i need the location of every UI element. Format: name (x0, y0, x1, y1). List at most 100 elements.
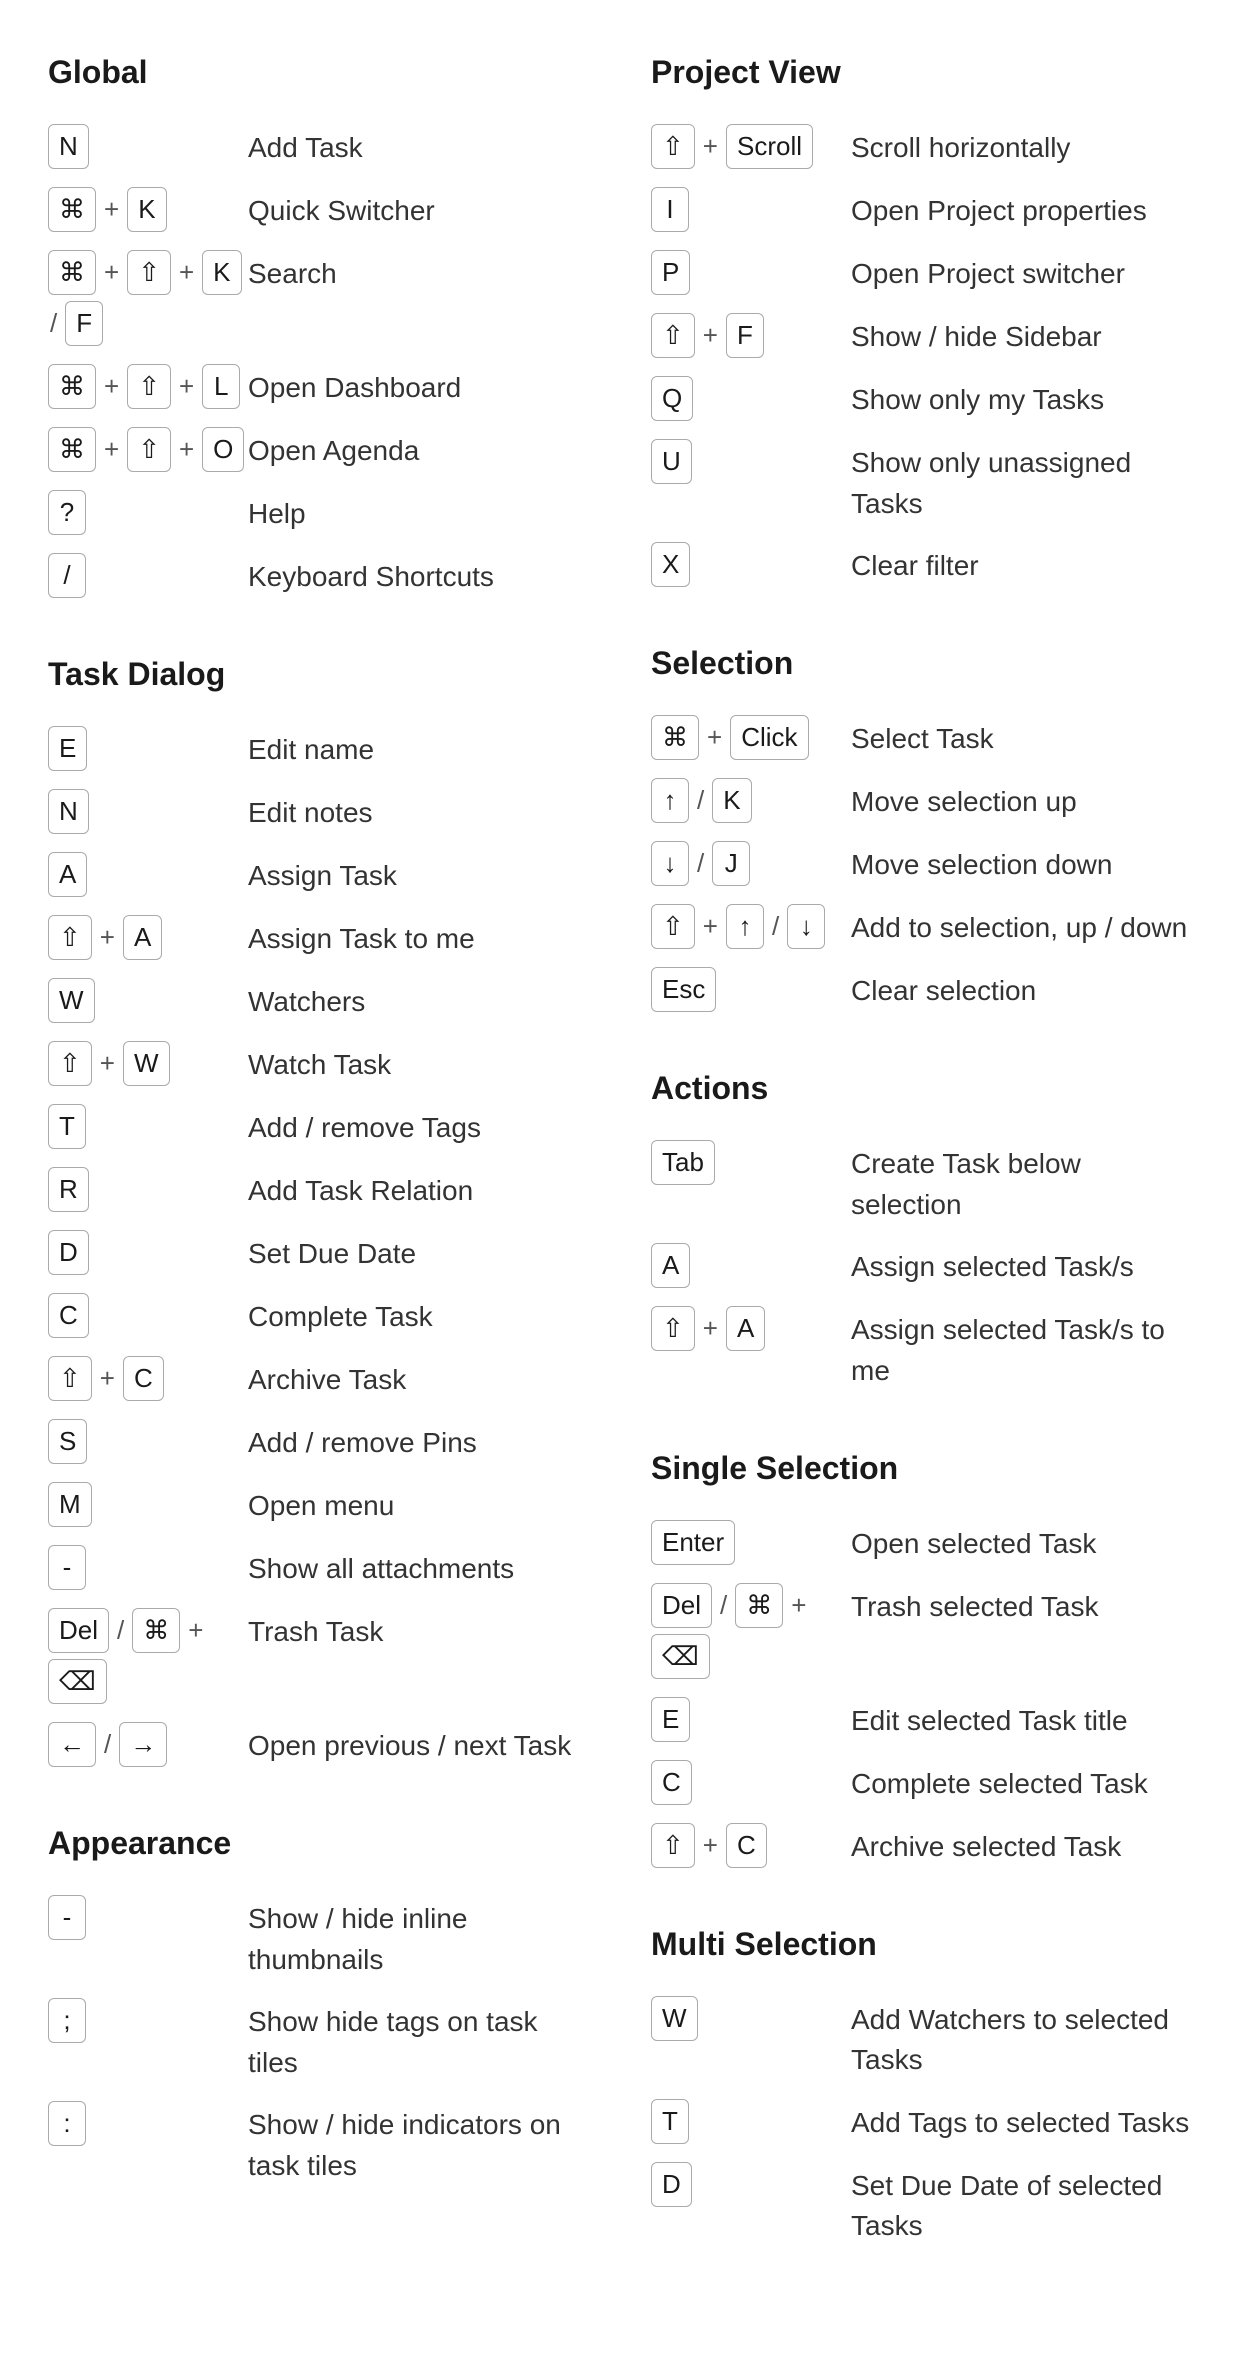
key-sep: + (102, 253, 121, 292)
desc: Show only unassigned Tasks (851, 439, 1194, 524)
desc: Complete Task (248, 1293, 591, 1338)
key-i: I (651, 187, 689, 232)
desc: Create Task below selection (851, 1140, 1194, 1225)
shortcut-row: Enter Open selected Task (651, 1520, 1194, 1565)
desc: Archive Task (248, 1356, 591, 1401)
single-selection-section: Single Selection Enter Open selected Tas… (651, 1444, 1194, 1868)
desc: Move selection down (851, 841, 1194, 886)
key-sep: + (701, 127, 720, 166)
shortcut-row: Del / ⌘ + ⌫ Trash Task (48, 1608, 591, 1704)
keys-col: ; (48, 1998, 248, 2043)
keys-col: D (48, 1230, 248, 1275)
global-section: Global N Add Task ⌘ + K Quick Switcher ⌘ (48, 48, 591, 598)
key-esc: Esc (651, 967, 716, 1012)
keys-col: C (48, 1293, 248, 1338)
keys-col: W (48, 978, 248, 1023)
desc: Search (248, 250, 591, 295)
shortcut-row: Tab Create Task below selection (651, 1140, 1194, 1225)
desc: Watch Task (248, 1041, 591, 1086)
desc: Add Task Relation (248, 1167, 591, 1212)
shortcut-row: P Open Project switcher (651, 250, 1194, 295)
key-tab: Tab (651, 1140, 715, 1185)
key-t: T (651, 2099, 689, 2144)
key-backspace: ⌫ (651, 1634, 710, 1679)
key-m: M (48, 1482, 92, 1527)
key-click: Click (730, 715, 808, 760)
keys-col: W (651, 1996, 851, 2041)
shortcut-row: C Complete selected Task (651, 1760, 1194, 1805)
shortcut-row: Esc Clear selection (651, 967, 1194, 1012)
keys-col: ⌘ + K (48, 187, 248, 232)
shortcut-row: ⇧ + F Show / hide Sidebar (651, 313, 1194, 358)
shortcut-row: ⌘ + Click Select Task (651, 715, 1194, 760)
keys-col: X (651, 542, 851, 587)
keys-col: A (48, 852, 248, 897)
key-up: ↑ (651, 778, 689, 823)
key-cmd: ⌘ (651, 715, 699, 760)
key-minus: - (48, 1895, 86, 1940)
desc: Add / remove Pins (248, 1419, 591, 1464)
key-cmd: ⌘ (48, 427, 96, 472)
key-sep: + (102, 367, 121, 406)
key-cmd: ⌘ (48, 364, 96, 409)
desc: Add Watchers to selected Tasks (851, 1996, 1194, 2081)
keys-col: ⇧ + C (48, 1356, 248, 1401)
desc: Open Project switcher (851, 250, 1194, 295)
key-sep: + (102, 430, 121, 469)
shortcut-row: W Add Watchers to selected Tasks (651, 1996, 1194, 2081)
desc: Open selected Task (851, 1520, 1194, 1565)
key-shift: ⇧ (651, 904, 695, 949)
key-backspace: ⌫ (48, 1659, 107, 1704)
keys-col: A (651, 1243, 851, 1288)
keys-col: Enter (651, 1520, 851, 1565)
key-cmd: ⌘ (132, 1608, 180, 1653)
keys-col: I (651, 187, 851, 232)
keys-col: ? (48, 490, 248, 535)
key-k: K (202, 250, 241, 295)
task-dialog-section: Task Dialog E Edit name N Edit notes A A… (48, 650, 591, 1767)
shortcut-row: ↓ / J Move selection down (651, 841, 1194, 886)
key-a: A (651, 1243, 690, 1288)
keys-col: M (48, 1482, 248, 1527)
actions-section: Actions Tab Create Task below selection … (651, 1064, 1194, 1391)
shortcut-row: S Add / remove Pins (48, 1419, 591, 1464)
key-w: W (48, 978, 95, 1023)
key-shift: ⇧ (651, 1823, 695, 1868)
key-f: F (726, 313, 764, 358)
key-shift: ⇧ (127, 427, 171, 472)
desc: Assign Task to me (248, 915, 591, 960)
selection-title: Selection (651, 639, 1194, 687)
key-sep: + (98, 1044, 117, 1083)
shortcut-row: N Add Task (48, 124, 591, 169)
desc: Show only my Tasks (851, 376, 1194, 421)
key-e: E (651, 1697, 690, 1742)
shortcut-row: ⇧ + ↑ / ↓ Add to selection, up / down (651, 904, 1194, 949)
desc: Open previous / next Task (248, 1722, 591, 1767)
desc: Open menu (248, 1482, 591, 1527)
shortcut-row: ⇧ + C Archive selected Task (651, 1823, 1194, 1868)
key-down: ↓ (787, 904, 825, 949)
key-q: ? (48, 490, 86, 535)
key-right: → (119, 1722, 167, 1767)
desc: Set Due Date (248, 1230, 591, 1275)
desc: Open Project properties (851, 187, 1194, 232)
desc: Show hide tags on task tiles (248, 1998, 591, 2083)
shortcut-row: ⇧ + Scroll Scroll horizontally (651, 124, 1194, 169)
keys-col: Tab (651, 1140, 851, 1185)
key-w: W (651, 1996, 698, 2041)
key-r: R (48, 1167, 89, 1212)
keys-col: U (651, 439, 851, 484)
appearance-title: Appearance (48, 1819, 591, 1867)
key-minus: - (48, 1545, 86, 1590)
desc: Watchers (248, 978, 591, 1023)
key-shift: ⇧ (651, 313, 695, 358)
keys-col: E (48, 726, 248, 771)
shortcut-row: ⇧ + A Assign Task to me (48, 915, 591, 960)
keys-col: ⇧ + ↑ / ↓ (651, 904, 851, 949)
desc: Assign selected Task/s (851, 1243, 1194, 1288)
key-c: C (651, 1760, 692, 1805)
desc: Add Task (248, 124, 591, 169)
key-shift: ⇧ (651, 124, 695, 169)
shortcut-row: Q Show only my Tasks (651, 376, 1194, 421)
key-sep: / (48, 304, 59, 343)
